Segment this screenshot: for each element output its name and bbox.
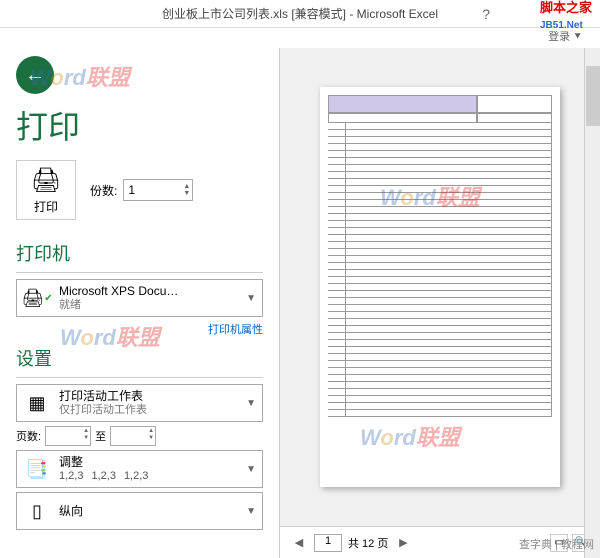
back-button[interactable]: ← <box>16 56 54 94</box>
print-button[interactable]: 🖨 打印 <box>16 160 76 220</box>
brand-logo: 脚本之家JB51.Net <box>540 0 592 31</box>
spinner-arrows-icon[interactable]: ▲▼ <box>183 183 190 197</box>
page-to-input[interactable]: ▲▼ <box>110 426 156 446</box>
print-preview: document.write(Array.from({length:42}).m… <box>280 48 600 526</box>
next-page-button[interactable]: ▶ <box>394 536 412 549</box>
pages-to-label: 至 <box>95 428 106 444</box>
print-scope-select[interactable]: ▦ 打印活动工作表仅打印活动工作表 ▼ <box>16 384 263 422</box>
page-total: 共 12 页 <box>348 535 388 551</box>
copies-label: 份数: <box>90 182 117 199</box>
collate-select[interactable]: 📑 调整 1,2,31,2,31,2,3 ▼ <box>16 450 263 488</box>
printer-properties-link[interactable]: 打印机属性 <box>16 321 263 337</box>
sheets-icon: ▦ <box>23 389 51 417</box>
footer-brand: 查字典 | 教程网 <box>519 536 594 552</box>
printer-heading: 打印机 <box>16 240 263 266</box>
page-title: 打印 <box>16 102 263 148</box>
copies-input[interactable]: 1 ▲▼ <box>123 179 193 201</box>
help-icon[interactable]: ? <box>482 6 490 22</box>
printer-icon: 🖨 <box>31 166 61 195</box>
chevron-down-icon: ▼ <box>246 398 256 409</box>
collate-icon: 📑 <box>23 455 51 483</box>
page-from-input[interactable]: ▲▼ <box>45 426 91 446</box>
settings-heading: 设置 <box>16 345 263 371</box>
chevron-down-icon: ▼ <box>246 293 256 304</box>
pages-label: 页数: <box>16 428 41 444</box>
chevron-down-icon: ▼ <box>246 464 256 475</box>
portrait-icon: ▯ <box>23 497 51 525</box>
prev-page-button[interactable]: ◀ <box>290 536 308 549</box>
preview-page: document.write(Array.from({length:42}).m… <box>320 87 560 487</box>
printer-select[interactable]: 🖨✔ Microsoft XPS Docu…就绪 ▼ <box>16 279 263 317</box>
page-number-input[interactable]: 1 <box>314 534 342 552</box>
vertical-scrollbar[interactable] <box>584 48 600 558</box>
login-link[interactable]: 登录 <box>548 31 570 43</box>
orientation-select[interactable]: ▯ 纵向 ▼ <box>16 492 263 530</box>
printer-device-icon: 🖨✔ <box>23 284 51 312</box>
chevron-down-icon: ▼ <box>246 506 256 517</box>
window-title: 创业板上市公司列表.xls [兼容模式] - Microsoft Excel <box>162 5 438 22</box>
